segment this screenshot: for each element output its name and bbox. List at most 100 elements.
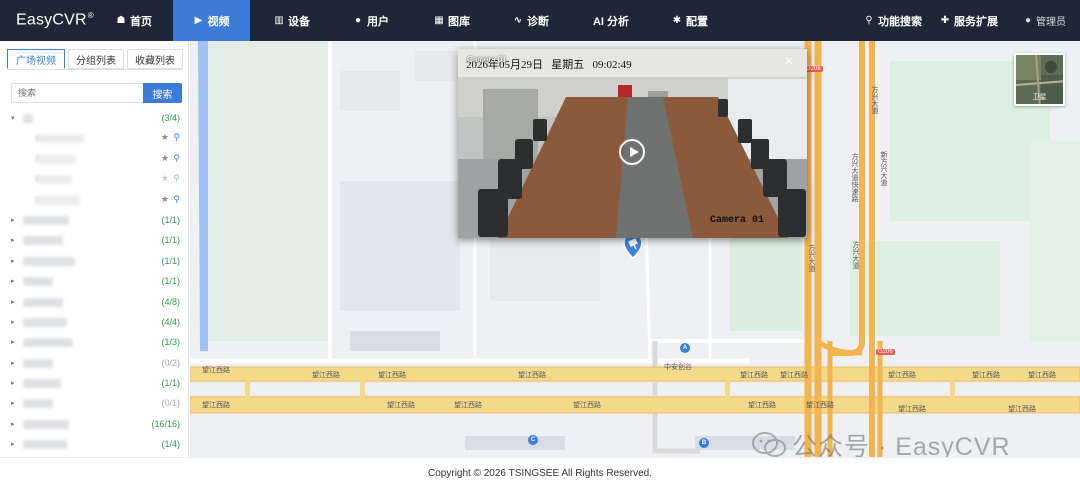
star-icon[interactable]: ★ — [161, 194, 169, 205]
caret-right-icon[interactable]: ▸ — [11, 216, 15, 224]
video-osd-camera-name: Camera 01 — [710, 215, 765, 226]
device-sidebar: 广场视频 分组列表 收藏列表 搜索 ▾(3/4)▣★⚲▣★⚲▣★⚲▣★⚲▸(1/… — [0, 41, 189, 457]
tree-device-row[interactable]: ▸ (0/2) — [8, 354, 183, 374]
puzzle-icon: ✚ — [940, 15, 950, 26]
nav-device-label: 设备 — [288, 15, 310, 28]
road-label-vertical: 方兴大道快速路 — [851, 153, 858, 202]
online-count: (0/1) — [161, 398, 180, 409]
online-count: (1/1) — [161, 235, 180, 246]
road-label: 望江西路 — [202, 367, 230, 374]
road-label: 望江西路 — [888, 372, 916, 379]
road-label: 望江西路 — [518, 372, 546, 379]
device-tree: ▾(3/4)▣★⚲▣★⚲▣★⚲▣★⚲▸(1/1)▸(1/1)▸(1/1)▸(1/… — [8, 109, 183, 456]
function-search-button[interactable]: ⚲ 功能搜索 — [864, 0, 922, 41]
tree-item-name-redacted — [23, 419, 69, 429]
tree-device-row[interactable]: ▸ (4/4) — [8, 313, 183, 333]
satellite-layer-toggle[interactable]: 卫星 — [1014, 53, 1065, 106]
tab-favorite-list[interactable]: 收藏列表 — [127, 49, 183, 69]
caret-right-icon[interactable]: ▸ — [11, 420, 15, 428]
wechat-icon — [752, 432, 786, 457]
caret-right-icon[interactable]: ▸ — [11, 440, 15, 448]
tree-device-row[interactable]: ▸ (1/1) — [8, 374, 183, 394]
map-pin-icon[interactable]: ⚲ — [173, 132, 180, 143]
online-count: (1/3) — [161, 337, 180, 348]
road-label: 望江西路 — [806, 402, 834, 409]
play-circle-icon: ▶ — [194, 15, 203, 26]
nav-diagnose[interactable]: ∿ 诊断 — [496, 0, 566, 41]
play-button-icon[interactable] — [619, 139, 645, 165]
road-label: 望江西路 — [972, 372, 1000, 379]
caret-right-icon[interactable]: ▸ — [11, 379, 15, 387]
poi-marker-a[interactable]: A — [680, 343, 690, 353]
online-count: (1/1) — [161, 378, 180, 389]
map-pin-icon[interactable]: ⚲ — [173, 153, 180, 164]
tree-device-row[interactable]: ▸ (1/4) — [8, 435, 183, 455]
service-extension-button[interactable]: ✚ 服务扩展 — [940, 0, 998, 41]
service-extension-label: 服务扩展 — [954, 15, 998, 28]
caret-right-icon[interactable]: ▸ — [11, 257, 15, 265]
nav-ai[interactable]: AI 分析 — [576, 0, 646, 41]
star-icon[interactable]: ★ — [161, 132, 169, 143]
online-count: (4/4) — [161, 316, 180, 327]
tree-device-row[interactable]: ▸ (1/1) — [8, 211, 183, 231]
nav-gallery-label: 图库 — [448, 15, 470, 28]
nav-config[interactable]: ✱ 配置 — [655, 0, 725, 41]
tree-device-row[interactable]: ▾ (3/4) — [8, 109, 183, 129]
tab-group-list[interactable]: 分组列表 — [68, 49, 124, 69]
caret-right-icon[interactable]: ▸ — [11, 318, 15, 326]
video-player-popup[interactable]: 2026年05月29日 星期五 09:02:49 Camera 01 Camer… — [458, 49, 807, 238]
caret-right-icon[interactable]: ▸ — [11, 298, 15, 306]
poi-marker-b[interactable]: B — [699, 438, 709, 448]
caret-right-icon[interactable]: ▸ — [11, 338, 15, 346]
road-label: 望江西路 — [1028, 372, 1056, 379]
tree-device-row[interactable]: ▸ (1/3) — [8, 333, 183, 353]
nav-gallery[interactable]: ▦ 图库 — [417, 0, 487, 41]
road-label: 望江西路 — [312, 372, 340, 379]
tree-device-row[interactable]: ▸ (1/1) — [8, 272, 183, 292]
brand-logo[interactable]: EasyCVR® — [16, 11, 94, 29]
caret-right-icon[interactable]: ▸ — [11, 359, 15, 367]
caret-right-icon[interactable]: ▸ — [11, 236, 15, 244]
tree-channel-row[interactable]: ▣★⚲ — [8, 170, 183, 190]
poi-marker-c[interactable]: C — [528, 435, 538, 445]
close-icon[interactable]: ✕ — [784, 54, 794, 68]
device-search-button[interactable]: 搜索 — [143, 83, 182, 103]
user-avatar-icon: ● — [1024, 15, 1032, 26]
device-search-input[interactable] — [11, 83, 144, 103]
nav-user[interactable]: ● 用户 — [336, 0, 406, 41]
tree-device-row[interactable]: ▸ (16/16) — [8, 415, 183, 435]
caret-right-icon[interactable]: ▸ — [11, 399, 15, 407]
map-pin-icon[interactable]: ⚲ — [173, 173, 180, 184]
road-label-vertical: 方兴大道 — [871, 86, 878, 114]
tree-item-name-redacted — [23, 358, 53, 368]
home-icon: ☗ — [116, 15, 126, 26]
nav-device[interactable]: ▥ 设备 — [257, 0, 327, 41]
tree-channel-row[interactable]: ▣★⚲ — [8, 129, 183, 149]
nav-video[interactable]: ▶ 视频 — [173, 0, 250, 41]
tree-item-name-redacted — [36, 175, 72, 185]
tree-item-name-redacted — [23, 256, 75, 266]
star-icon[interactable]: ★ — [161, 153, 169, 164]
tab-square-video[interactable]: 广场视频 — [7, 49, 65, 69]
tree-item-name-redacted — [36, 134, 84, 144]
tree-item-name-redacted — [36, 154, 76, 164]
tree-channel-row[interactable]: ▣★⚲ — [8, 191, 183, 211]
tree-device-row[interactable]: ▸ (1/1) — [8, 231, 183, 251]
star-icon[interactable]: ★ — [161, 173, 169, 184]
road-label: 望江西路 — [898, 406, 926, 413]
road-label: 望江西路 — [378, 372, 406, 379]
caret-right-icon[interactable]: ▸ — [11, 277, 15, 285]
caret-down-icon[interactable]: ▾ — [11, 114, 15, 122]
tree-device-row[interactable]: ▸ (1/1) — [8, 252, 183, 272]
tree-item-name-redacted — [23, 114, 33, 123]
copyright-text: Copyright © 2026 TSINGSEE All Rights Res… — [428, 468, 652, 479]
tree-item-name-redacted — [23, 379, 61, 389]
online-count: (0/2) — [161, 357, 180, 368]
tree-channel-row[interactable]: ▣★⚲ — [8, 150, 183, 170]
tree-device-row[interactable]: ▸ (4/8) — [8, 293, 183, 313]
nav-home[interactable]: ☗ 首页 — [104, 0, 164, 41]
online-count: (3/4) — [161, 113, 180, 123]
user-menu[interactable]: ● 管理员 — [1023, 0, 1066, 41]
map-pin-icon[interactable]: ⚲ — [173, 194, 180, 205]
tree-device-row[interactable]: ▸ (0/1) — [8, 394, 183, 414]
